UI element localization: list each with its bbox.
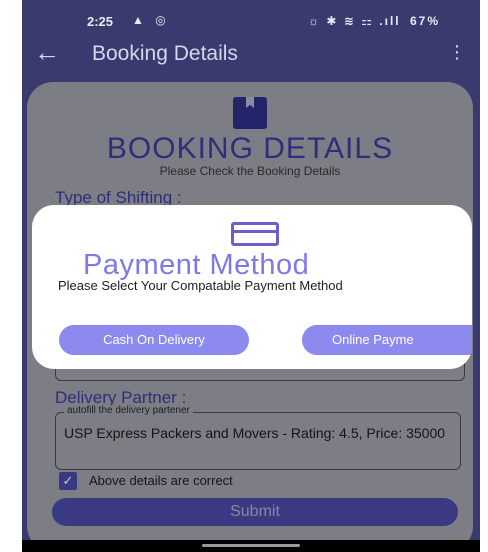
connectivity-icons: ☼ ✱ ≋ ⚏ .ıll [308, 14, 401, 28]
navigation-bar [22, 540, 480, 552]
more-vertical-icon[interactable]: ⋮ [448, 42, 466, 62]
status-time: 2:25 [87, 14, 114, 29]
cash-on-delivery-button[interactable]: Cash On Delivery [59, 325, 249, 355]
delivery-partner-legend: autofill the delivery partener [64, 405, 193, 416]
card-stripe [234, 230, 276, 233]
payment-method-dialog: Payment Method Please Select Your Compat… [32, 205, 472, 369]
credit-card-icon [231, 222, 279, 246]
delivery-partner-value: USP Express Packers and Movers - Rating:… [64, 425, 446, 441]
notification-icons: ▲ ◎ [132, 13, 170, 27]
confirm-details-label: Above details are correct [89, 473, 233, 488]
system-icons: ☼ ✱ ≋ ⚏ .ıll 67% [308, 14, 440, 28]
battery-level: 67% [409, 14, 440, 28]
page-title: Booking Details [92, 42, 238, 65]
app-bar: ← Booking Details ⋮ [22, 36, 480, 76]
online-payment-button[interactable]: Online Payme [302, 325, 472, 355]
delivery-partner-field[interactable]: autofill the delivery partener USP Expre… [55, 405, 461, 470]
submit-button[interactable]: Submit [52, 498, 458, 526]
checkbox-checked-icon[interactable]: ✓ [59, 472, 77, 490]
booking-details-heading: BOOKING DETAILS [106, 132, 394, 165]
payment-method-subtitle: Please Select Your Compatable Payment Me… [58, 278, 343, 293]
home-indicator[interactable] [202, 544, 300, 547]
arrow-left-icon[interactable]: ← [34, 38, 60, 66]
status-bar: 2:25 ▲ ◎ ☼ ✱ ≋ ⚏ .ıll 67% [22, 0, 480, 40]
booking-details-subtitle: Please Check the Booking Details [159, 164, 341, 178]
bookmark-ribbon [246, 97, 254, 108]
bookmark-book-icon [233, 97, 267, 129]
